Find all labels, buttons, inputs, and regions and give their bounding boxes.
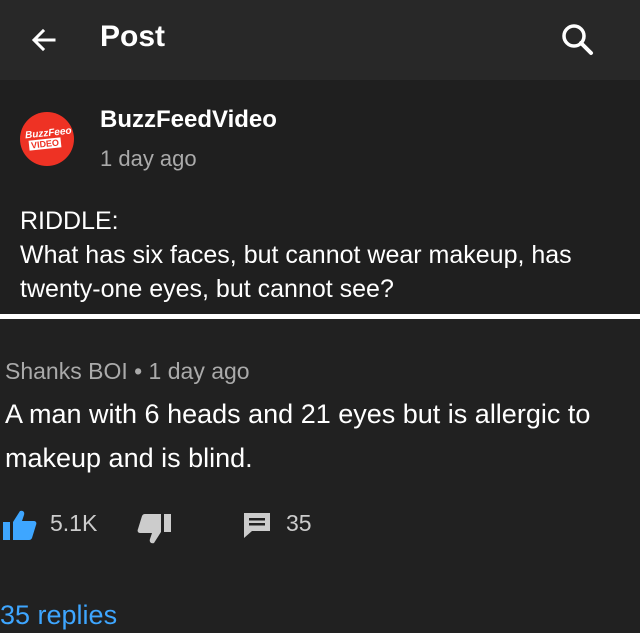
top-bar: Post [0,0,640,80]
divider [0,314,640,319]
reply-icon[interactable] [242,511,272,539]
comment-author-meta: Shanks BOI • 1 day ago [5,358,250,384]
comment-text: A man with 6 heads and 21 eyes but is al… [5,399,591,473]
reply-count: 35 [286,510,312,536]
comment-actions: 5.1K 35 [0,505,640,545]
channel-name[interactable]: BuzzFeedVideo [100,106,277,134]
back-arrow-icon[interactable] [28,24,60,56]
post-timestamp: 1 day ago [100,146,197,171]
like-count: 5.1K [50,510,98,536]
like-icon[interactable] [2,509,38,541]
post-body: RIDDLE: What has six faces, but cannot w… [20,207,572,303]
channel-avatar[interactable]: BuzzFeeo VIDEO [20,112,74,166]
avatar-logo-subtext: VIDEO [28,137,62,151]
dislike-icon[interactable] [136,513,172,545]
search-icon[interactable] [560,22,594,56]
page-title: Post [100,20,166,53]
view-replies-link[interactable]: 35 replies [0,600,117,631]
